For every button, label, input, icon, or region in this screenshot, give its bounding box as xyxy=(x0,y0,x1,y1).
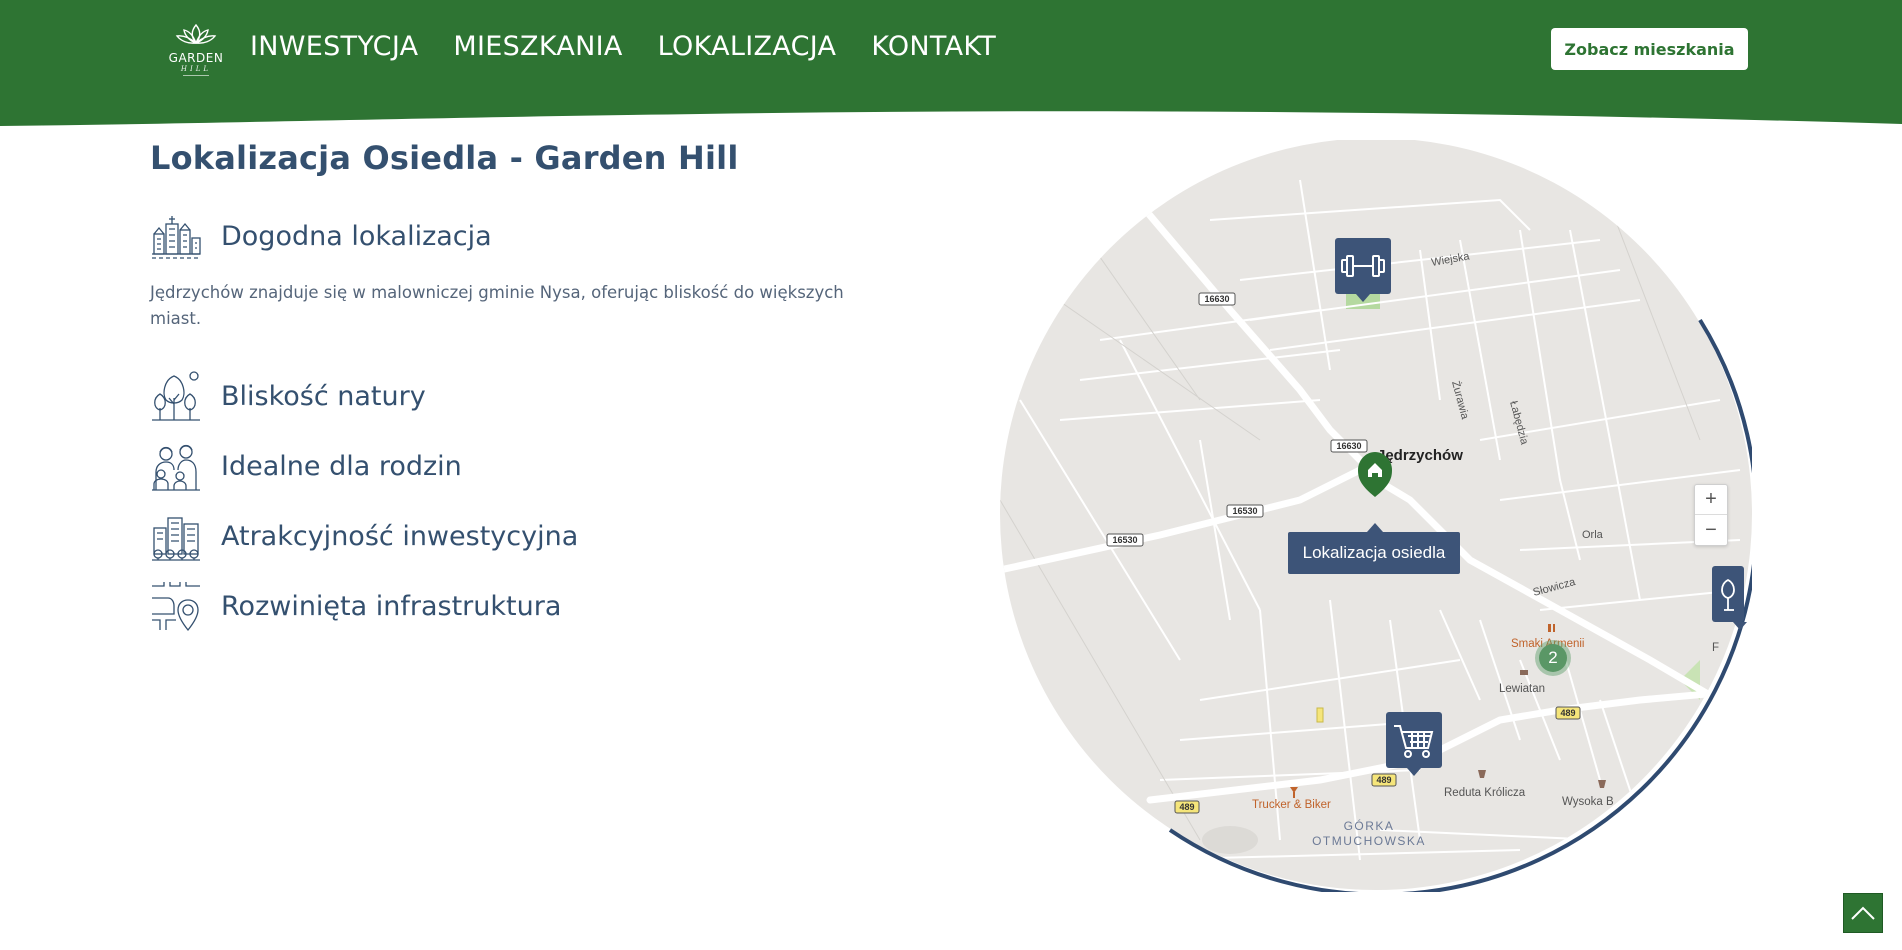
tree-icon xyxy=(1721,578,1735,611)
marker-cluster[interactable]: 2 xyxy=(1535,640,1571,676)
road-shield: 16530 xyxy=(1112,535,1137,545)
site-header: GARDEN HILL INWESTYCJA MIESZKANIA LOKALI… xyxy=(0,0,1902,130)
nav-kontakt[interactable]: KONTAKT xyxy=(871,31,996,62)
feature-label: Dogodna lokalizacja xyxy=(221,220,492,252)
feature-investment: Atrakcyjność inwestycyjna xyxy=(150,510,578,562)
village-label: Jędrzychów xyxy=(1377,447,1463,464)
road-shield: 489 xyxy=(1560,708,1575,718)
gym-marker[interactable] xyxy=(1335,238,1391,302)
route-pin-icon xyxy=(152,582,200,632)
main-nav: INWESTYCJA MIESZKANIA LOKALIZACJA KONTAK… xyxy=(250,31,996,62)
gym-icon xyxy=(1341,255,1385,277)
cluster-count: 2 xyxy=(1539,644,1567,672)
nav-inwestycja[interactable]: INWESTYCJA xyxy=(250,31,418,62)
feature-label: Idealne dla rodzin xyxy=(221,450,462,482)
city-icon xyxy=(152,216,201,259)
street-label: Orla xyxy=(1582,529,1604,541)
road-shield: 489 xyxy=(1376,775,1391,785)
feature-label: Rozwinięta infrastruktura xyxy=(221,590,562,622)
location-tooltip: Lokalizacja osiedla xyxy=(1288,523,1460,574)
lotus-logo-icon xyxy=(175,23,217,45)
poi-label: Trucker & Biker xyxy=(1252,799,1331,811)
location-description: Jędrzychów znajduje się w malowniczej gm… xyxy=(150,283,844,328)
trees-icon xyxy=(152,371,200,421)
feature-convenient-location: Dogodna lokalizacja xyxy=(150,210,492,262)
nav-lokalizacja[interactable]: LOKALIZACJA xyxy=(658,31,837,62)
cart-icon xyxy=(1394,725,1434,758)
shop-marker[interactable] xyxy=(1386,712,1442,776)
road-shield: 16530 xyxy=(1232,506,1257,516)
scroll-to-top-button[interactable] xyxy=(1843,893,1883,933)
chevron-up-icon xyxy=(1851,906,1875,920)
see-apartments-button[interactable]: Zobacz mieszkania xyxy=(1551,28,1748,70)
feature-families: Idealne dla rodzin xyxy=(150,440,462,492)
road-shield: 16630 xyxy=(1336,441,1361,451)
poi-label: Wysoka B xyxy=(1562,796,1614,808)
feature-label: Bliskość natury xyxy=(221,380,426,412)
buildings-icon xyxy=(152,517,200,561)
feature-nature: Bliskość natury xyxy=(150,370,426,422)
zoom-in-button[interactable]: + xyxy=(1695,485,1727,515)
logo-text: GARDEN xyxy=(168,51,224,65)
district-label: GÓRKA xyxy=(1344,818,1395,833)
poi-label: Reduta Królicza xyxy=(1444,787,1526,799)
feature-label: Atrakcyjność inwestycyjna xyxy=(221,520,579,552)
logo-underline xyxy=(183,75,209,76)
park-marker[interactable] xyxy=(1712,566,1747,630)
location-map[interactable]: 16630 16630 16530 16530 489 489 489 Wiej… xyxy=(1000,140,1752,892)
page-title: Lokalizacja Osiedla - Garden Hill xyxy=(150,139,739,177)
logo-subtext: HILL xyxy=(180,65,212,73)
poi-label: Lewiatan xyxy=(1499,683,1545,695)
family-icon xyxy=(152,444,200,491)
district-label: OTMUCHOWSKA xyxy=(1312,834,1426,848)
zoom-control: + − xyxy=(1694,484,1728,546)
zoom-out-button[interactable]: − xyxy=(1695,515,1727,545)
road-shield: 16630 xyxy=(1204,294,1229,304)
feature-infrastructure: Rozwinięta infrastruktura xyxy=(150,580,561,632)
poi-label: F xyxy=(1712,642,1719,654)
nav-mieszkania[interactable]: MIESZKANIA xyxy=(453,31,622,62)
road-shield: 489 xyxy=(1179,802,1194,812)
logo[interactable]: GARDEN HILL xyxy=(166,22,226,90)
